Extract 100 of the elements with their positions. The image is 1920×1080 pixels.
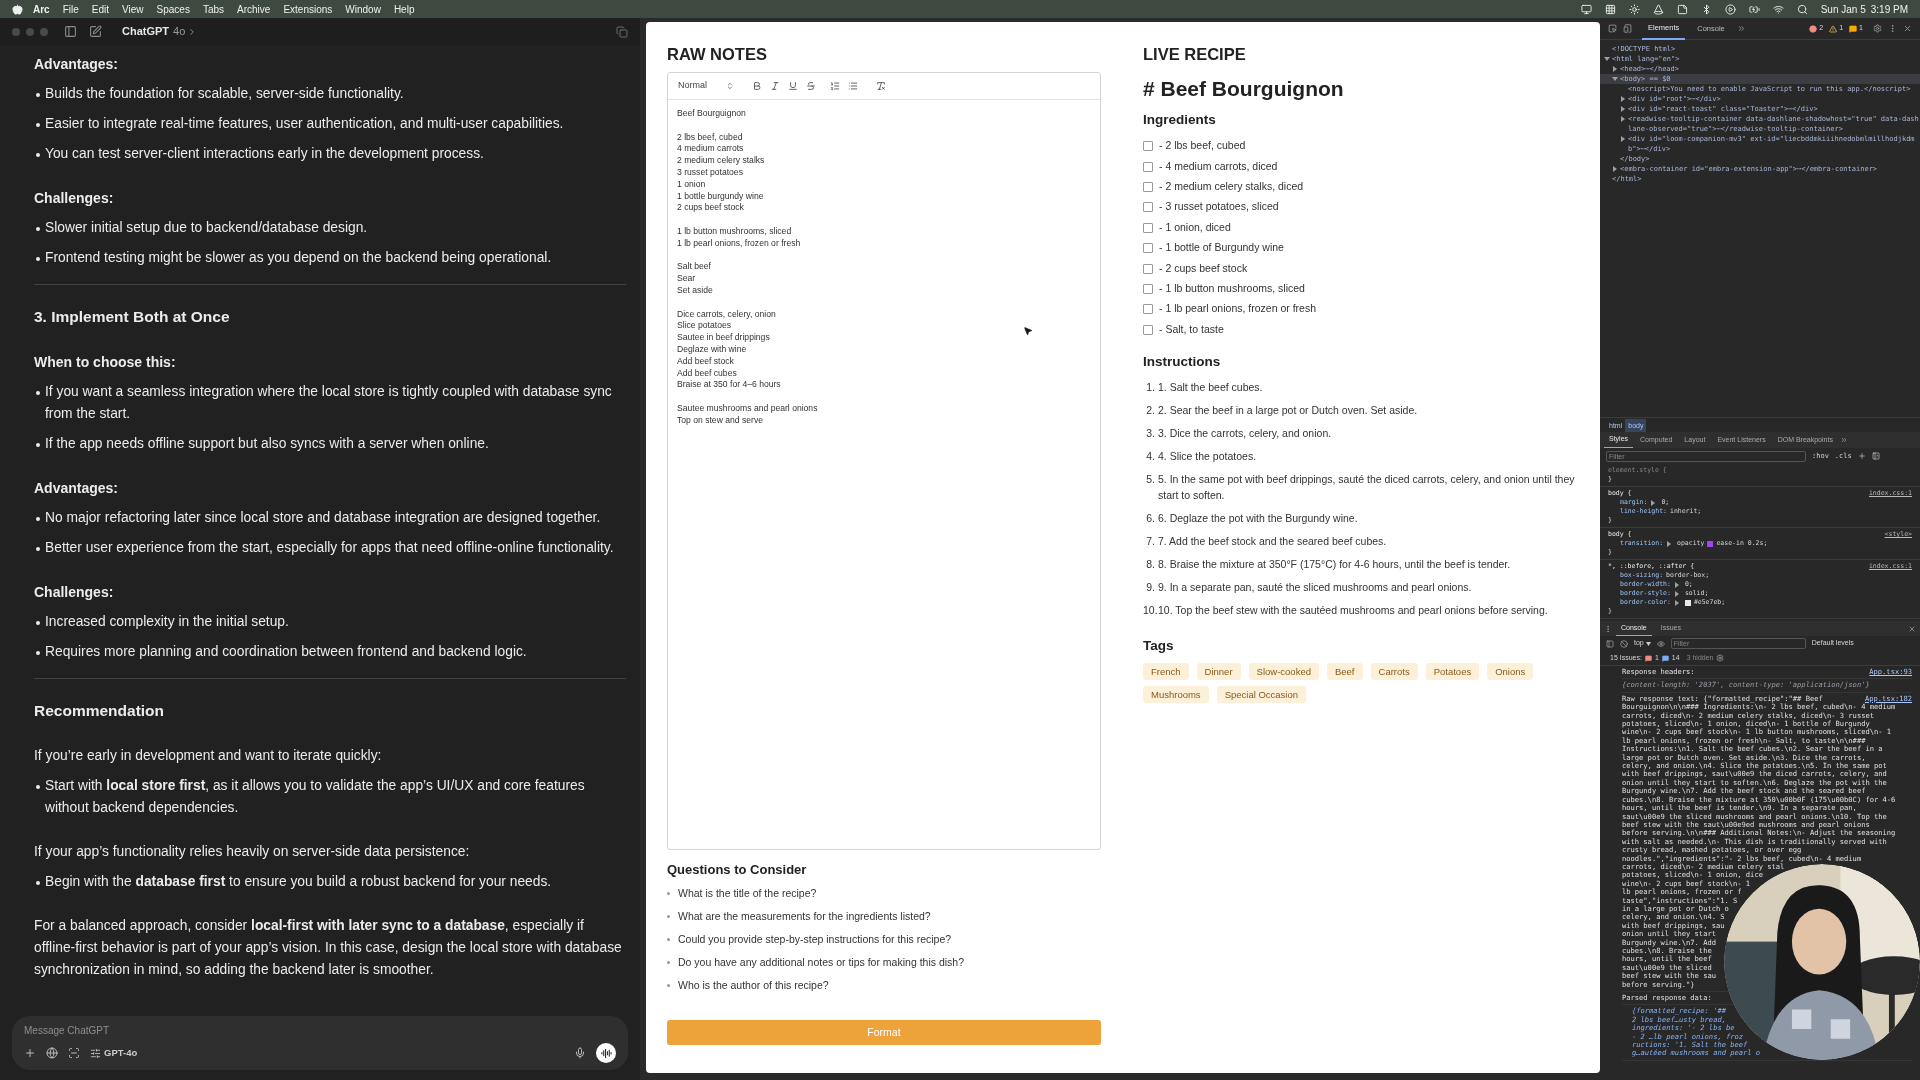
close-icon[interactable] — [1908, 624, 1916, 633]
instruction-text: 8. Braise the mixture at 350°F (175°C) for 4-6 hours, until the beef is tender. — [1158, 557, 1511, 573]
checkbox[interactable] — [1143, 222, 1153, 233]
menu-item[interactable]: Extensions — [283, 1, 333, 17]
menu-item[interactable]: Tabs — [202, 1, 225, 17]
cone-icon[interactable] — [1652, 3, 1664, 15]
disclosure-triangle-icon[interactable] — [1666, 540, 1673, 547]
settings-icon[interactable] — [1716, 654, 1725, 662]
sidebar-icon[interactable] — [1606, 639, 1614, 648]
battery-icon[interactable] — [1748, 3, 1760, 15]
disclosure-triangle-icon[interactable] — [1620, 116, 1626, 122]
sliders-icon — [90, 1047, 101, 1059]
close-icon[interactable] — [1903, 24, 1912, 33]
menu-item[interactable]: Archive — [237, 1, 271, 17]
bullet-list-icon[interactable] — [848, 81, 858, 91]
list-number: 4. — [1145, 449, 1155, 465]
question-item: Could you provide step-by-step instructions for this recipe? — [678, 931, 952, 947]
model-name[interactable]: 4o — [173, 23, 186, 40]
sidebar-icon[interactable] — [64, 25, 77, 38]
search-icon[interactable] — [1796, 3, 1808, 15]
grid-icon[interactable] — [1604, 3, 1616, 15]
panel-title: LIVE RECIPE — [1143, 44, 1247, 64]
device-icon[interactable] — [1623, 24, 1632, 33]
scan-icon[interactable] — [68, 1047, 80, 1059]
strikethrough-icon[interactable] — [806, 81, 816, 91]
clear-icon[interactable] — [1620, 639, 1628, 648]
note-icon[interactable] — [1676, 3, 1688, 15]
message-input[interactable]: Message ChatGPT — [24, 1023, 616, 1037]
section-heading: Recommendation — [34, 701, 166, 721]
settings-icon[interactable] — [1873, 24, 1882, 33]
easing-swatch-icon[interactable] — [1707, 540, 1714, 547]
disclosure-triangle-icon[interactable] — [1620, 106, 1626, 112]
menu-item[interactable]: Window — [345, 1, 381, 17]
panel-icon[interactable] — [1871, 452, 1880, 460]
disclosure-triangle-icon[interactable] — [1604, 56, 1610, 62]
clear-formatting-icon[interactable] — [876, 81, 886, 91]
bullet-icon — [36, 93, 40, 97]
note-line: Slice potatoes — [677, 320, 731, 333]
bold-icon[interactable] — [752, 81, 762, 91]
bullet-text: Increased complexity in the initial setup. — [45, 613, 289, 631]
apple-logo-icon[interactable] — [12, 3, 23, 15]
menu-item[interactable]: Arc — [33, 1, 50, 17]
note-line: Sear — [677, 273, 696, 285]
plus-icon[interactable] — [24, 1047, 36, 1059]
bullet-text: No major refactoring later since local store and database integration are designed together. — [45, 509, 601, 527]
checkbox[interactable] — [1143, 181, 1153, 192]
disclosure-triangle-icon[interactable] — [1620, 96, 1626, 102]
checkbox[interactable] — [1143, 324, 1153, 335]
checkbox[interactable] — [1143, 263, 1153, 274]
menu-item[interactable]: View — [122, 1, 144, 17]
color-swatch-icon[interactable] — [1684, 599, 1691, 606]
checkbox[interactable] — [1143, 202, 1153, 213]
more-icon[interactable] — [1604, 624, 1612, 633]
format-select[interactable]: Normal — [678, 79, 734, 93]
checkbox[interactable] — [1143, 161, 1153, 172]
more-tabs-icon[interactable] — [1736, 24, 1746, 33]
monitor-icon[interactable] — [1580, 3, 1592, 15]
note-line: Dice carrots, celery, onion — [677, 308, 776, 321]
voice-button[interactable] — [596, 1043, 616, 1063]
menu-item[interactable]: File — [62, 1, 79, 17]
menu-item[interactable]: Help — [393, 1, 415, 17]
compose-icon[interactable] — [89, 25, 102, 38]
disclosure-triangle-icon[interactable] — [1650, 499, 1657, 506]
checkbox[interactable] — [1143, 243, 1153, 254]
globe-icon[interactable] — [46, 1047, 58, 1059]
section-heading: Ingredients — [1143, 111, 1217, 128]
play-icon[interactable] — [1724, 3, 1736, 15]
menu-bar-date[interactable]: Sun Jan 5 — [1820, 1, 1866, 17]
more-tabs-icon[interactable] — [1839, 436, 1848, 444]
disclosure-triangle-icon[interactable] — [1673, 590, 1680, 597]
disclosure-triangle-icon[interactable] — [1612, 166, 1618, 172]
disclosure-triangle-icon[interactable] — [1612, 66, 1618, 72]
checkbox[interactable] — [1143, 141, 1153, 152]
underline-icon[interactable] — [788, 81, 798, 91]
menu-item[interactable]: Edit — [91, 1, 110, 17]
ordered-list-icon[interactable] — [830, 81, 840, 91]
checkbox[interactable] — [1143, 283, 1153, 294]
ingredient-label: - 1 lb button mushrooms, sliced — [1159, 281, 1305, 297]
wifi-icon[interactable] — [1772, 3, 1784, 15]
inspect-icon[interactable] — [1608, 24, 1617, 33]
eye-icon[interactable] — [1656, 639, 1665, 648]
menu-bar-time[interactable]: 3:19 PM — [1870, 1, 1908, 17]
ingredient-label: - 2 lbs beef, cubed — [1159, 138, 1246, 154]
tag: Carrots — [1370, 662, 1418, 680]
more-icon[interactable] — [1888, 24, 1897, 33]
list-number: 9. — [1145, 580, 1155, 596]
sun-icon[interactable] — [1628, 3, 1640, 15]
menu-item[interactable]: Spaces — [156, 1, 190, 17]
checkbox[interactable] — [1143, 304, 1153, 315]
disclosure-triangle-icon[interactable] — [1620, 136, 1626, 142]
disclosure-triangle-icon[interactable] — [1673, 599, 1680, 606]
microphone-icon[interactable] — [574, 1047, 586, 1059]
model-button[interactable]: GPT-4o — [90, 1045, 138, 1061]
disclosure-triangle-icon[interactable] — [1673, 581, 1680, 588]
plus-icon[interactable] — [1857, 452, 1866, 460]
bullet-icon — [36, 517, 40, 521]
chat-title[interactable]: ChatGPT — [122, 23, 170, 40]
ingredient-label: - 2 cups beef stock — [1159, 260, 1248, 276]
disclosure-triangle-icon[interactable] — [1612, 76, 1618, 82]
italic-icon[interactable] — [770, 81, 780, 91]
